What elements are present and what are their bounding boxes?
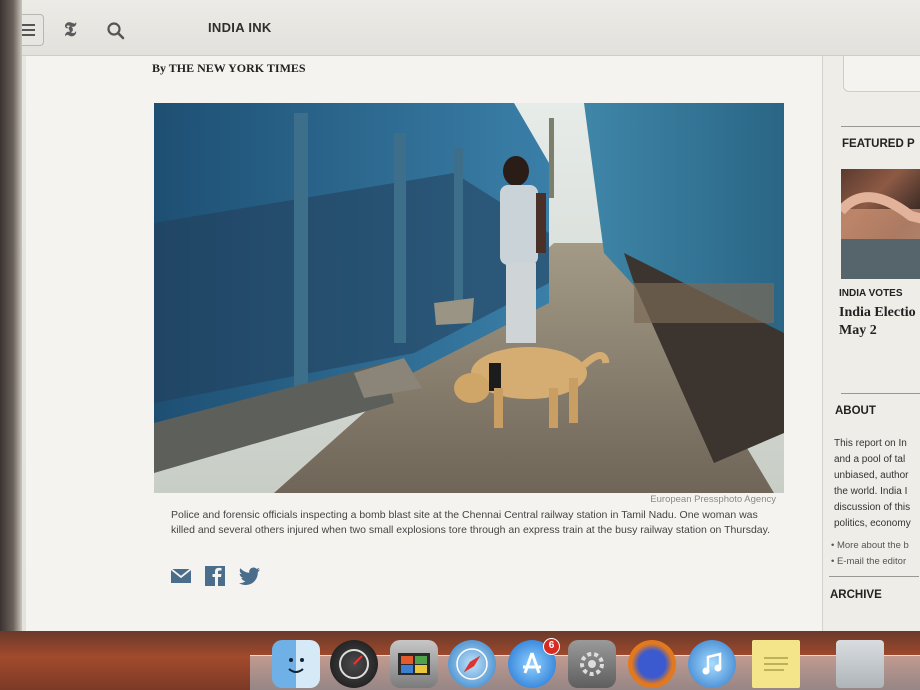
photo-credit: European Pressphoto Agency <box>650 494 776 505</box>
article-photo <box>154 103 784 493</box>
system-preferences-icon[interactable] <box>568 640 616 688</box>
email-editor-link[interactable]: • E-mail the editor <box>831 556 906 567</box>
facebook-icon[interactable] <box>205 566 225 591</box>
featured-image[interactable] <box>841 169 920 279</box>
app-store-badge: 6 <box>543 638 560 655</box>
firefox-icon[interactable] <box>628 640 676 688</box>
about-text: This report on In and a pool of tal unbi… <box>834 436 920 532</box>
share-bar <box>170 566 261 591</box>
photo-caption: Police and forensic officials inspecting… <box>171 509 771 536</box>
about-line: and a pool of tal <box>834 454 906 465</box>
safari-icon[interactable] <box>448 640 496 688</box>
featured-headline[interactable]: India Electio May 2 <box>839 304 920 340</box>
about-heading: ABOUT <box>835 405 876 417</box>
ad-box <box>843 56 920 92</box>
sidebar-divider <box>841 126 920 127</box>
byline: By THE NEW YORK TIMES <box>152 61 306 75</box>
email-icon[interactable] <box>170 568 192 588</box>
headline-line[interactable]: India Electio <box>839 304 920 322</box>
section-title[interactable]: INDIA INK <box>208 20 272 35</box>
sidebar-divider <box>829 576 919 577</box>
search-icon[interactable] <box>106 21 126 41</box>
top-toolbar: 𝕿 INDIA INK <box>0 0 920 56</box>
about-line: unbiased, author <box>834 470 909 481</box>
about-line: This report on In <box>834 438 907 449</box>
nyt-t-logo-icon[interactable]: 𝕿 <box>64 18 84 40</box>
itunes-icon[interactable] <box>688 640 736 688</box>
right-sidebar: FEATURED P INDIA VOTES India Electio May… <box>822 56 920 631</box>
photo-booth-icon[interactable] <box>390 640 438 688</box>
about-line: the world. India I <box>834 486 908 497</box>
stickies-icon[interactable] <box>752 640 800 688</box>
screen: 𝕿 INDIA INK By THE NEW YORK TIMES Europe… <box>0 0 920 690</box>
finder-icon[interactable] <box>272 640 320 688</box>
twitter-icon[interactable] <box>239 567 261 590</box>
about-line: politics, economy <box>834 518 911 529</box>
featured-kicker: INDIA VOTES <box>839 288 903 299</box>
dashboard-icon[interactable] <box>330 640 378 688</box>
featured-heading: FEATURED P <box>842 138 915 150</box>
archive-heading: ARCHIVE <box>830 589 882 601</box>
monitor-bezel <box>0 0 22 690</box>
headline-line[interactable]: May 2 <box>839 322 920 340</box>
article-page: By THE NEW YORK TIMES European Pressphot… <box>26 56 822 631</box>
documents-icon[interactable] <box>836 640 884 688</box>
more-about-link[interactable]: • More about the b <box>831 540 909 551</box>
sidebar-divider <box>841 393 920 394</box>
about-line: discussion of this <box>834 502 911 513</box>
